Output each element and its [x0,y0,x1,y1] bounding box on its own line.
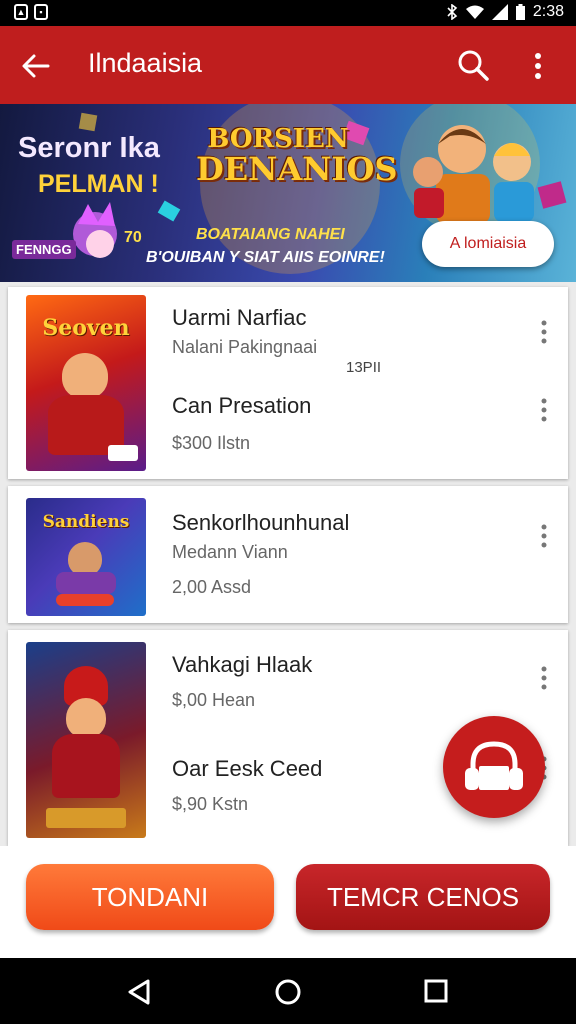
card-info: Uarmi Narfiac Nalani Pakingnaai [172,305,317,358]
thumbnail-character [66,698,106,738]
card-price: $300 Ilstn [172,433,251,453]
notification-icon: ▪ [34,4,48,20]
banner-brand: BORSIEN DENANIOS [196,124,398,189]
card-info: Vahkagi Hlaak $,00 Hean [172,652,312,711]
card-title-2: Oar Eesk Ceed [172,756,323,781]
page-title: Ilndaaisia [88,48,203,78]
system-nav-bar [0,958,576,1024]
list-item[interactable]: Sandiens Senkorlhounhunal Medann Viann 2… [8,486,568,623]
clock: 2:38 [532,3,564,20]
more-vert-icon[interactable] [540,666,548,690]
back-arrow-icon[interactable] [20,50,52,82]
thumbnail-title: Sandiens [42,512,130,532]
banner-tagline-2: B'OUIBAN Y SIAT AIIS EOINRE! [146,249,385,266]
thumbnail-chest [46,808,126,828]
primary-button[interactable]: TONDANI [26,864,274,930]
thumbnail-badge [108,445,138,461]
promo-banner[interactable]: Seronr Ika PELMAN ! BORSIEN DENANIOS BOA… [0,104,576,282]
card-info-2: Can Presation $300 Ilstn [172,393,311,454]
card-subtitle: Medann Viann [172,542,288,562]
card-price-2: $,90 Kstn [172,794,249,814]
status-bar: ▲ ▪ 2:38 [0,0,576,26]
bottom-action-bar: TONDANI TEMCR CENOS [0,846,576,958]
notification-icons: ▲ ▪ [14,4,48,20]
app-bar: Ilndaaisia [0,26,576,104]
wifi-icon [465,5,484,19]
bluetooth-icon [447,4,458,20]
card-title-2: Can Presation [172,393,312,418]
more-vert-icon[interactable] [540,398,548,422]
card-title: Senkorlhounhunal [172,510,350,535]
thumbnail-character [62,353,108,399]
headset-icon [465,741,523,790]
banner-tagline-1: BOATAIANG NAHEI [196,226,345,243]
battery-icon [515,4,525,20]
game-thumbnail[interactable]: Sandiens [26,498,146,616]
card-subtitle: Nalani Pakingnaai [172,337,318,357]
thumbnail-button [56,594,114,606]
banner-subtitle-1: Seronr Ika [18,132,160,164]
signal-icon [491,4,508,20]
thumbnail-character-body [52,734,120,798]
more-vert-icon[interactable] [540,320,548,344]
more-vert-icon[interactable] [528,50,548,82]
support-fab[interactable] [443,716,545,818]
banner-brand-line1: BORSIEN [207,124,349,154]
banner-small-logo: FENNGG [12,240,76,259]
secondary-button[interactable]: TEMCR CENOS [296,864,550,930]
card-title: Vahkagi Hlaak [172,652,313,677]
card-price: 2,00 Assd [172,577,252,597]
card-title: Uarmi Narfiac [172,305,307,330]
thumbnail-title: Seoven [42,315,130,341]
card-info: Senkorlhounhunal Medann Viann 2,00 Assd [172,510,349,598]
nav-home-icon[interactable] [274,978,302,1006]
thumbnail-character [68,542,102,576]
banner-badge: 70 [124,229,142,246]
notification-icon: ▲ [14,4,28,20]
thumbnail-character-body [56,572,116,594]
more-vert-icon[interactable] [540,524,548,548]
game-thumbnail[interactable] [26,642,146,838]
card-info-2: Oar Eesk Ceed $,90 Kstn [172,756,322,815]
search-icon[interactable] [456,48,490,82]
list-item[interactable]: Seoven Uarmi Narfiac Nalani Pakingnaai 1… [8,287,568,479]
banner-brand-line2: DENANIOS [196,150,398,189]
banner-cta-button[interactable]: A lomiaisia [422,221,554,267]
nav-back-icon[interactable] [126,978,152,1006]
system-icons: 2:38 [446,3,564,21]
game-thumbnail[interactable]: Seoven [26,295,146,471]
banner-subtitle-2: PELMAN ! [38,170,159,198]
nav-recents-icon[interactable] [424,979,448,1003]
card-extra: 13PII [346,359,382,376]
card-price: $,00 Hean [172,690,256,710]
